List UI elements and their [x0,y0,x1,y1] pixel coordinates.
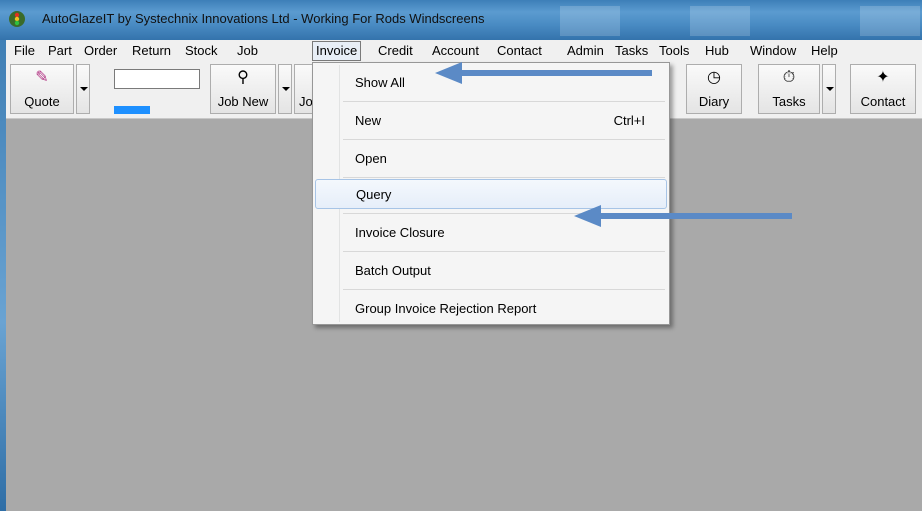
annotation-arrow-query [574,205,792,227]
